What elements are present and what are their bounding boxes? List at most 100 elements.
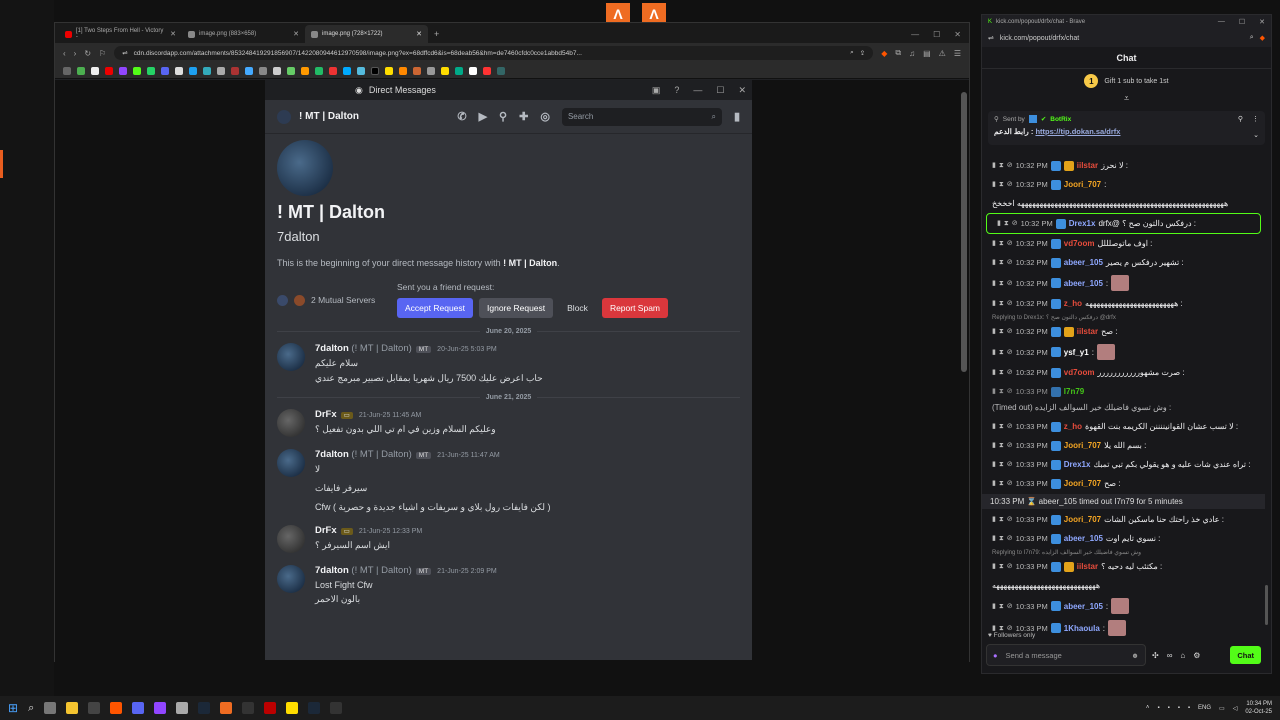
chat-message[interactable]: ▮ ⧗ ⊘ 10:33 PM Joori_707: صح: [982, 474, 1265, 493]
close-icon[interactable]: ✕: [954, 30, 961, 39]
bookmark-icon[interactable]: [301, 66, 309, 75]
ban-icon[interactable]: ⊘: [1007, 297, 1013, 310]
chat-message[interactable]: ▮ ⧗ ⊘ 10:32 PM z_ho: ههههههههههههههههههههههه…: [982, 294, 1265, 313]
store-icon[interactable]: ⌂: [1180, 651, 1185, 660]
emote-icon[interactable]: ✣: [1152, 651, 1159, 660]
avatar[interactable]: [277, 449, 305, 477]
bookmark-icon[interactable]: [469, 66, 477, 75]
language-indicator[interactable]: ENG: [1198, 705, 1211, 711]
bookmark-icon[interactable]: [175, 66, 183, 75]
zoom-icon[interactable]: ⌕: [1250, 34, 1254, 42]
delete-icon[interactable]: ▮: [992, 532, 996, 545]
share-icon[interactable]: ⇪: [860, 49, 865, 57]
message-author[interactable]: DrFx: [315, 409, 337, 420]
timeout-icon[interactable]: ⧗: [999, 159, 1004, 172]
message-author[interactable]: DrFx: [315, 525, 337, 536]
report-spam-button[interactable]: Report Spam: [601, 298, 669, 318]
chat-username[interactable]: Joori_707: [1064, 477, 1101, 490]
accept-request-button[interactable]: Accept Request: [397, 298, 474, 318]
bookmark-icon[interactable]: [133, 66, 141, 75]
site-info-icon[interactable]: ⇌: [988, 34, 994, 42]
app-icon[interactable]: [264, 702, 277, 714]
chat-input[interactable]: ● Send a message ☻: [986, 644, 1146, 666]
chat-username[interactable]: Joori_707: [1064, 439, 1101, 452]
chat-message[interactable]: ▮ ⧗ ⊘ 10:33 PM Joori_707: بسم الله يلا: [982, 436, 1265, 455]
timeout-icon[interactable]: ⧗: [999, 477, 1004, 490]
delete-icon[interactable]: ▮: [992, 237, 996, 250]
bookmark-icon[interactable]: [273, 66, 281, 75]
ban-icon[interactable]: ⊘: [1007, 477, 1013, 490]
delete-icon[interactable]: ▮: [992, 439, 996, 452]
bookmark-icon[interactable]: [413, 66, 421, 75]
tray-icon[interactable]: ▪: [1168, 705, 1170, 711]
avatar[interactable]: [277, 343, 305, 371]
ban-icon[interactable]: ⊘: [1007, 237, 1013, 250]
chat-username[interactable]: abeer_105: [1064, 256, 1103, 269]
unpin-icon[interactable]: ⚲: [1238, 115, 1243, 123]
chat-message[interactable]: ▮ ⧗ ⊘ 10:33 PM Drex1x: تراه عندي شات عليه و …: [982, 455, 1265, 474]
minimize-icon[interactable]: —: [911, 30, 919, 39]
ban-icon[interactable]: ⊘: [1007, 420, 1013, 433]
bookmark-icon[interactable]: [147, 66, 155, 75]
delete-icon[interactable]: ▮: [992, 600, 996, 613]
block-button[interactable]: Block: [559, 298, 596, 318]
reload-icon[interactable]: ↻: [84, 49, 91, 58]
timeout-icon[interactable]: ⧗: [999, 420, 1004, 433]
ignore-request-button[interactable]: Ignore Request: [479, 298, 554, 318]
ban-icon[interactable]: ⊘: [1007, 600, 1013, 613]
app-icon[interactable]: [330, 702, 343, 714]
chat-address-bar[interactable]: ⇌ kick.com/popout/drfx/chat ⌕ ◆: [982, 29, 1271, 47]
minimize-icon[interactable]: —: [693, 85, 702, 96]
chat-message[interactable]: ▮ ⧗ ⊘ 10:32 PM abeer_105: تشهير درفكس م يصير: [982, 253, 1265, 272]
bookmark-icon[interactable]: [497, 66, 505, 75]
ban-icon[interactable]: ⊘: [1007, 325, 1013, 338]
delete-icon[interactable]: ▮: [997, 217, 1001, 230]
delete-icon[interactable]: ▮: [992, 277, 996, 290]
browser-tab-image-1[interactable]: image.png (883×658) ✕: [182, 25, 305, 43]
chat-username[interactable]: iilstar: [1077, 560, 1098, 573]
app-icon[interactable]: [176, 702, 189, 714]
inbox-icon[interactable]: ▮: [734, 110, 740, 123]
clock[interactable]: 10:34 PM 02-Oct-25: [1245, 700, 1272, 716]
chat-message[interactable]: ▮ ⧗ ⊘ 10:32 PM iilstar: لا نحرز: [982, 156, 1265, 175]
new-tab-icon[interactable]: +: [428, 25, 445, 43]
timeout-icon[interactable]: ⧗: [999, 532, 1004, 545]
delete-icon[interactable]: ▮: [992, 297, 996, 310]
timeout-icon[interactable]: ⧗: [999, 237, 1004, 250]
chat-message[interactable]: ▮ ⧗ ⊘ 10:32 PM ysf_y1:: [982, 341, 1265, 363]
chat-message[interactable]: ▮ ⧗ ⊘ 10:32 PM Joori_707:: [982, 175, 1265, 194]
file-explorer-icon[interactable]: [66, 702, 79, 714]
chat-username[interactable]: z_ho: [1064, 420, 1082, 433]
bookmark-icon[interactable]: [441, 66, 449, 75]
chat-username[interactable]: abeer_105: [1064, 532, 1103, 545]
extensions-icon[interactable]: ⧉: [895, 48, 901, 58]
message-author[interactable]: 7dalton: [315, 449, 349, 460]
delete-icon[interactable]: ▮: [992, 325, 996, 338]
site-info-icon[interactable]: ⇌: [122, 49, 127, 57]
reply-context[interactable]: Replying to I7n79: وش تسوي فاضيلك خير ال…: [982, 548, 1265, 557]
bookmark-icon[interactable]: [315, 66, 323, 75]
bookmark-icon[interactable]: [245, 66, 253, 75]
chat-message[interactable]: ▮ ⧗ ⊘ 10:33 PM I7n79: وش تسوي فاضيلك خير الس…: [982, 382, 1265, 417]
avatar[interactable]: [277, 109, 291, 124]
timeout-icon[interactable]: ⧗: [999, 458, 1004, 471]
minimize-icon[interactable]: —: [1218, 18, 1225, 26]
timeout-icon[interactable]: ⧗: [999, 385, 1004, 398]
app-icon[interactable]: [88, 702, 101, 714]
inbox-icon[interactable]: ▣: [652, 85, 661, 96]
timeout-icon[interactable]: ⧗: [999, 346, 1004, 359]
chat-username[interactable]: iilstar: [1077, 325, 1098, 338]
close-icon[interactable]: ✕: [738, 85, 746, 96]
search-icon[interactable]: ⌕: [28, 702, 34, 715]
avatar[interactable]: [277, 565, 305, 593]
bookmark-icon[interactable]: [357, 66, 365, 75]
chat-username[interactable]: Drex1x: [1069, 217, 1096, 230]
network-icon[interactable]: ▭: [1219, 705, 1225, 712]
tray-icon[interactable]: ▪: [1188, 705, 1190, 711]
chat-username[interactable]: iilstar: [1077, 159, 1098, 172]
search-input[interactable]: Search ⌕: [561, 107, 722, 126]
page-scrollbar[interactable]: [961, 82, 967, 658]
bookmark-icon[interactable]: [399, 66, 407, 75]
close-tab-icon[interactable]: ✕: [416, 30, 422, 38]
chat-message[interactable]: ▮ ⧗ ⊘ 10:33 PM iilstar: مكتئب ليه دحيه ؟: [982, 557, 1265, 576]
